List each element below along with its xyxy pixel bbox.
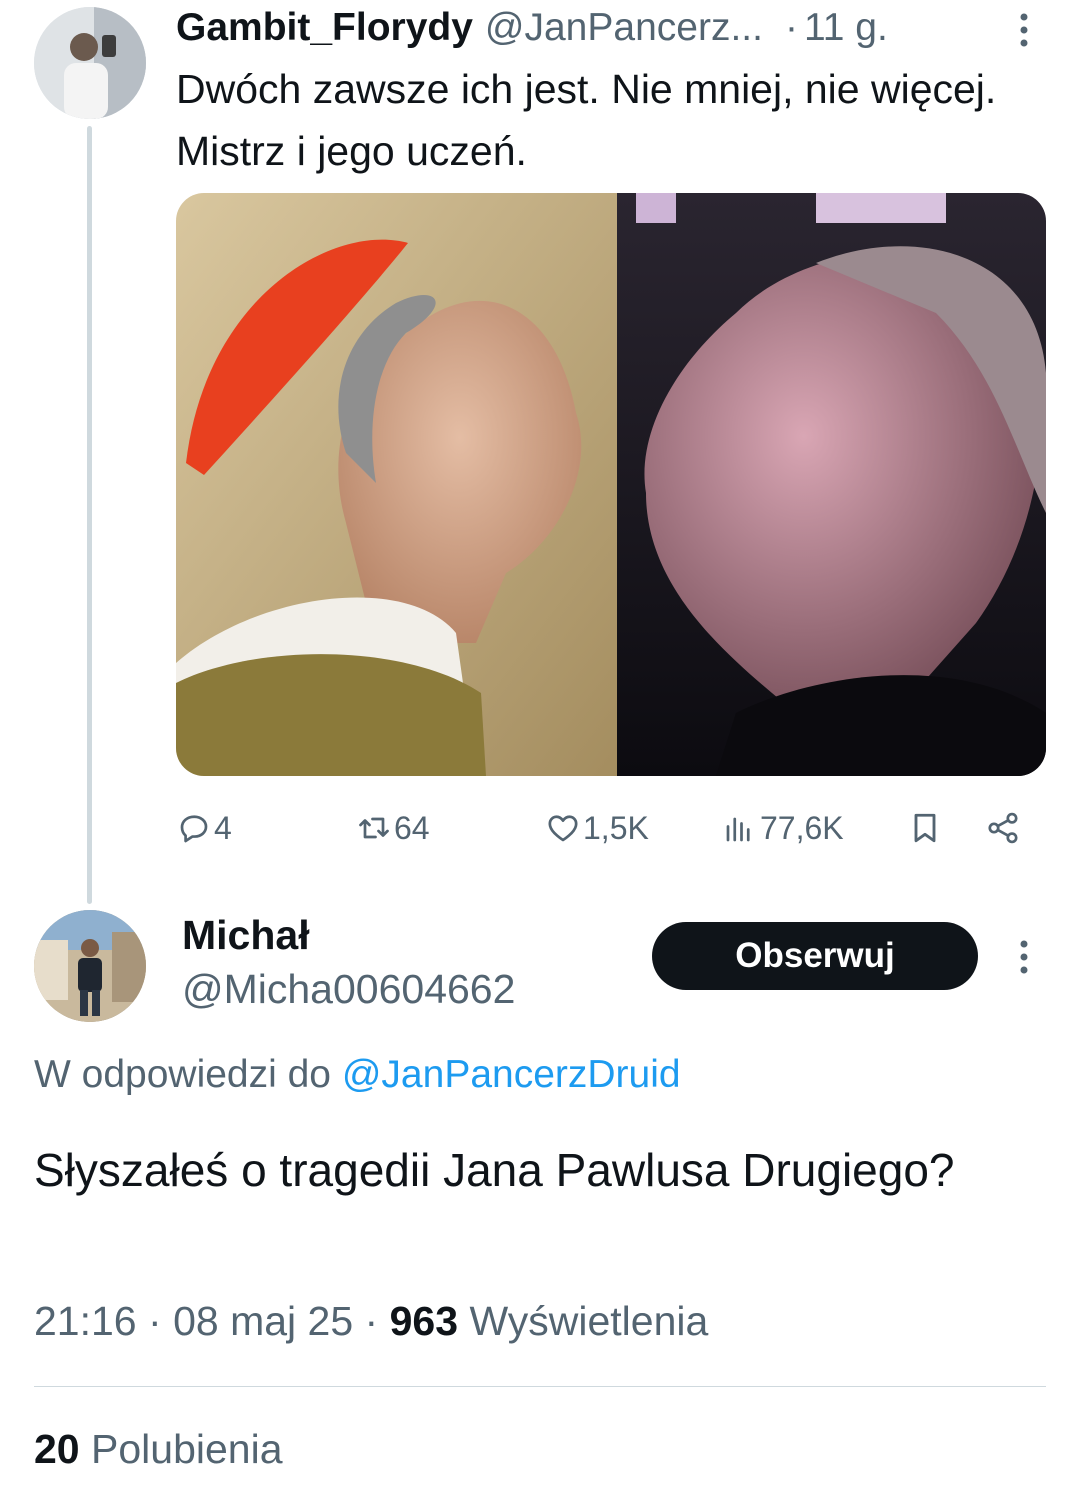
views-label: Wyświetlenia xyxy=(469,1298,709,1344)
main-tweet-text: Słyszałeś o tragedii Jana Pawlusa Drugie… xyxy=(34,1144,955,1196)
like-icon xyxy=(548,815,578,842)
divider xyxy=(34,1386,1046,1387)
thread-line xyxy=(87,126,92,904)
main-avatar[interactable] xyxy=(34,910,146,1022)
meta-separator: · xyxy=(364,1298,379,1344)
retweet-button[interactable]: 64 xyxy=(356,806,430,850)
reply-context: W odpowiedzi do @JanPancerzDruid xyxy=(34,1053,681,1097)
reply-mention-link[interactable]: @JanPancerzDruid xyxy=(342,1053,681,1096)
tweet-media-image[interactable] xyxy=(176,193,1046,776)
bookmark-icon xyxy=(914,813,936,843)
header-separator: · xyxy=(784,6,798,49)
tweet-meta: 21:16 · 08 maj 25 · 963 Wyświetlenia xyxy=(34,1298,708,1345)
likes-count: 20 xyxy=(34,1426,80,1472)
retweet-count: 64 xyxy=(394,809,430,846)
tweet-date[interactable]: 08 maj 25 xyxy=(173,1298,353,1344)
reply-button[interactable]: 4 xyxy=(176,806,232,850)
share-icon xyxy=(988,812,1018,844)
parent-author-name[interactable]: Gambit_Florydy xyxy=(176,6,473,50)
main-author-handle[interactable]: @Micha00604662 xyxy=(182,966,515,1013)
share-button[interactable] xyxy=(985,806,1023,850)
more-icon[interactable] xyxy=(1012,937,1036,977)
follow-button[interactable]: Obserwuj xyxy=(652,922,978,990)
like-button[interactable]: 1,5K xyxy=(545,806,649,850)
reply-icon xyxy=(180,815,208,843)
retweet-icon xyxy=(359,817,389,839)
parent-tweet-text: Dwóch zawsze ich jest. Nie mniej, nie wi… xyxy=(176,66,997,174)
main-author-name[interactable]: Michał xyxy=(182,912,310,959)
tweet-time[interactable]: 21:16 xyxy=(34,1298,137,1344)
likes-label: Polubienia xyxy=(91,1426,283,1472)
meta-separator: · xyxy=(148,1298,162,1344)
views-icon xyxy=(726,817,750,842)
reply-prefix: W odpowiedzi do xyxy=(34,1053,331,1096)
like-count: 1,5K xyxy=(583,809,649,846)
views-button[interactable]: 77,6K xyxy=(722,806,844,850)
parent-header: Gambit_Florydy @JanPancerz... · 11 g. xyxy=(176,4,888,52)
parent-avatar[interactable] xyxy=(34,7,146,119)
bookmark-button[interactable] xyxy=(907,806,945,850)
parent-author-handle[interactable]: @JanPancerz... xyxy=(485,6,763,50)
reply-count: 4 xyxy=(214,809,232,846)
parent-time[interactable]: 11 g. xyxy=(804,6,888,50)
more-icon[interactable] xyxy=(1012,10,1036,50)
views-count: 77,6K xyxy=(760,809,844,846)
views-count: 963 xyxy=(389,1298,459,1344)
likes-summary[interactable]: 20 Polubienia xyxy=(34,1426,283,1473)
